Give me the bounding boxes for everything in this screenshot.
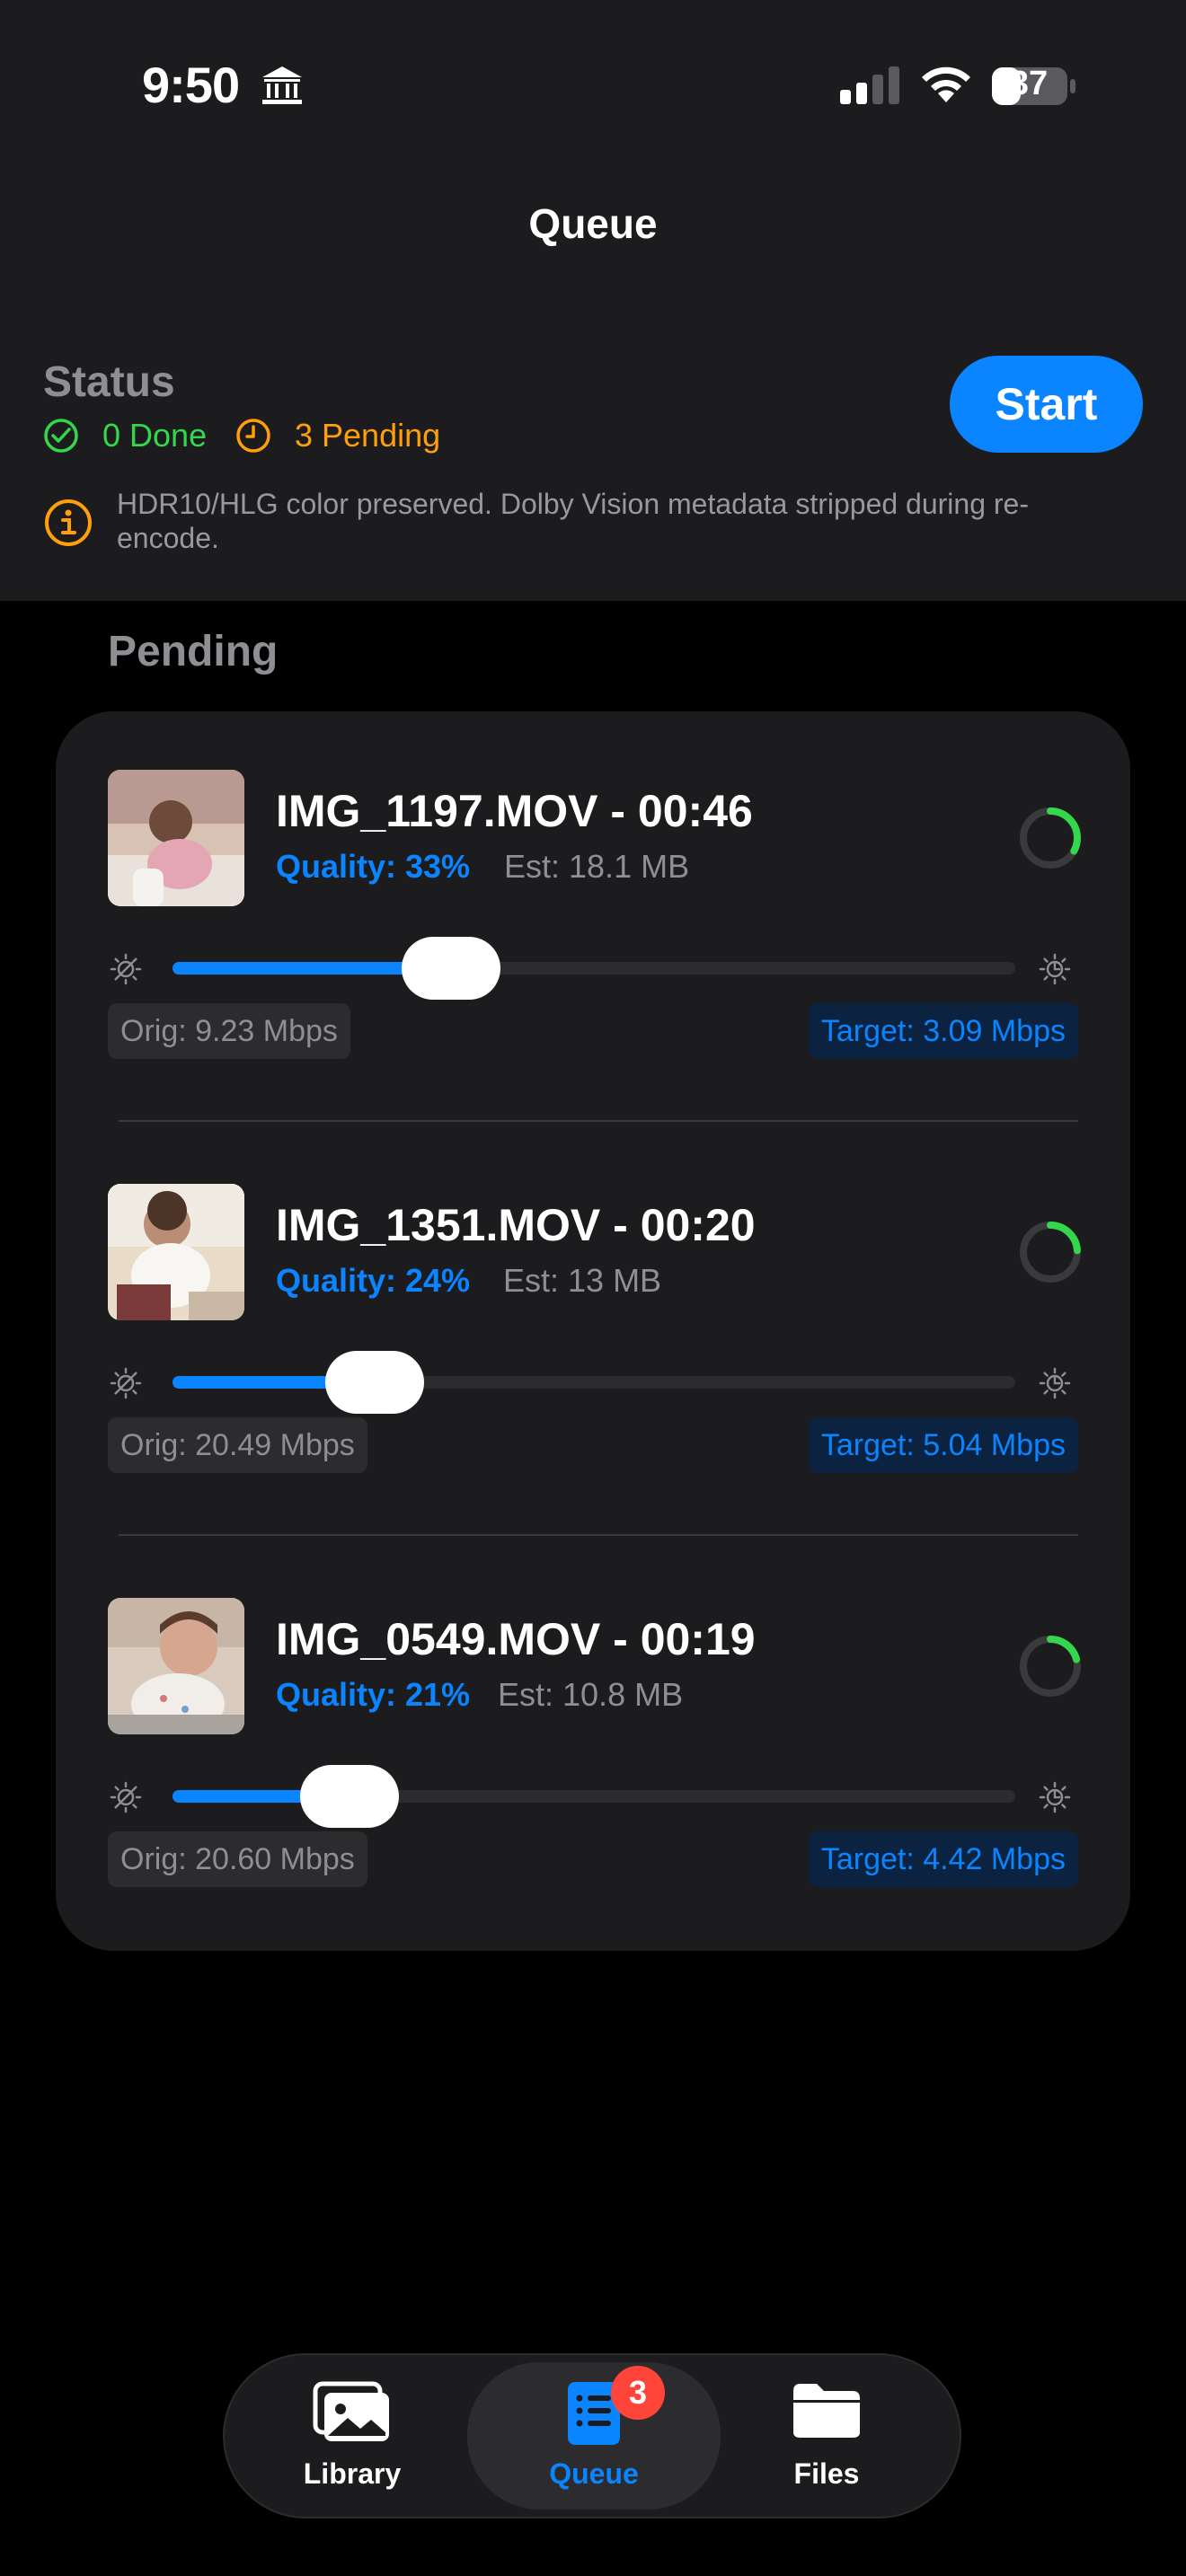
wifi-icon	[922, 66, 970, 102]
pending-label: 3 Pending	[295, 417, 441, 454]
done-count: 0 Done	[43, 415, 207, 456]
progress-ring	[1020, 1222, 1081, 1283]
original-bitrate: Orig: 20.49 Mbps	[108, 1417, 367, 1473]
battery-level: 37	[1009, 65, 1049, 102]
video-filename: IMG_1351.MOV - 00:20	[276, 1200, 756, 1250]
divider	[119, 1120, 1078, 1122]
estimated-size: Est: 18.1 MB	[504, 848, 690, 885]
list-item[interactable]: IMG_1351.MOV - 00:20 Quality: 24% Est: 1…	[56, 1125, 1130, 1473]
original-bitrate: Orig: 9.23 Mbps	[108, 1003, 350, 1059]
quality-slider[interactable]	[173, 1351, 1015, 1414]
target-bitrate: Target: 3.09 Mbps	[808, 1003, 1078, 1059]
video-thumbnail	[108, 770, 244, 906]
hdr-info-text: HDR10/HLG color preserved. Dolby Vision …	[117, 488, 1029, 554]
queue-badge: 3	[611, 2366, 665, 2420]
tab-library[interactable]: Library	[235, 2355, 469, 2517]
pending-count: 3 Pending	[235, 415, 440, 456]
video-thumbnail	[108, 1184, 244, 1320]
slider-thumb[interactable]	[299, 1765, 399, 1828]
target-bitrate: Target: 5.04 Mbps	[808, 1417, 1078, 1473]
quality-label: Quality: 33%	[276, 848, 471, 885]
target-bitrate: Target: 4.42 Mbps	[808, 1831, 1078, 1887]
brightness-low-icon	[110, 1781, 142, 1813]
slider-thumb[interactable]	[325, 1351, 425, 1414]
brightness-low-icon	[110, 1367, 142, 1399]
folder-icon	[793, 2384, 860, 2438]
clock: 9:50	[142, 57, 240, 113]
list-item[interactable]: IMG_0549.MOV - 00:19 Quality: 21% Est: 1…	[56, 1539, 1130, 1887]
tab-library-label: Library	[303, 2457, 402, 2490]
info-icon	[45, 499, 92, 546]
tab-queue[interactable]: Queue	[467, 2362, 721, 2510]
tab-files-label: Files	[793, 2457, 860, 2490]
video-filename: IMG_1197.MOV - 00:46	[276, 786, 753, 836]
page-title: Queue	[528, 200, 658, 247]
bank-icon	[262, 66, 302, 104]
quality-label: Quality: 21%	[276, 1676, 471, 1713]
progress-ring	[1020, 1636, 1081, 1697]
start-button[interactable]: Start	[950, 356, 1143, 453]
tab-bar: Library Queue 3 Files	[223, 2353, 961, 2519]
status-bar: 9:50 37	[0, 0, 1186, 162]
top-panel: 9:50 37 Queue Status 0 Done 3 Pending St…	[0, 0, 1186, 601]
status-title: Status	[43, 358, 175, 406]
video-filename: IMG_0549.MOV - 00:19	[276, 1614, 756, 1664]
pending-section-header: Pending	[108, 628, 279, 675]
original-bitrate: Orig: 20.60 Mbps	[108, 1831, 367, 1887]
done-label: 0 Done	[102, 417, 208, 454]
clock-icon	[236, 419, 270, 453]
slider-thumb[interactable]	[401, 937, 500, 1000]
photo-library-icon	[313, 2381, 389, 2441]
estimated-size: Est: 13 MB	[503, 1262, 662, 1299]
quality-slider[interactable]	[173, 937, 1015, 1000]
brightness-low-icon	[110, 953, 142, 985]
list-item[interactable]: IMG_1197.MOV - 00:46 Quality: 33% Est: 1…	[56, 711, 1130, 1059]
brightness-high-icon	[1039, 953, 1071, 985]
tab-files[interactable]: Files	[710, 2355, 943, 2517]
progress-ring	[1020, 807, 1081, 869]
pending-list-card: IMG_1197.MOV - 00:46 Quality: 33% Est: 1…	[56, 711, 1130, 1951]
video-thumbnail	[108, 1598, 244, 1734]
estimated-size: Est: 10.8 MB	[498, 1676, 684, 1713]
brightness-high-icon	[1039, 1781, 1071, 1813]
quality-label: Quality: 24%	[276, 1262, 471, 1299]
cellular-signal-icon	[840, 66, 899, 104]
brightness-high-icon	[1039, 1367, 1071, 1399]
divider	[119, 1534, 1078, 1536]
tab-queue-label: Queue	[549, 2457, 639, 2490]
quality-slider[interactable]	[173, 1765, 1015, 1828]
checkmark-circle-icon	[44, 419, 78, 453]
